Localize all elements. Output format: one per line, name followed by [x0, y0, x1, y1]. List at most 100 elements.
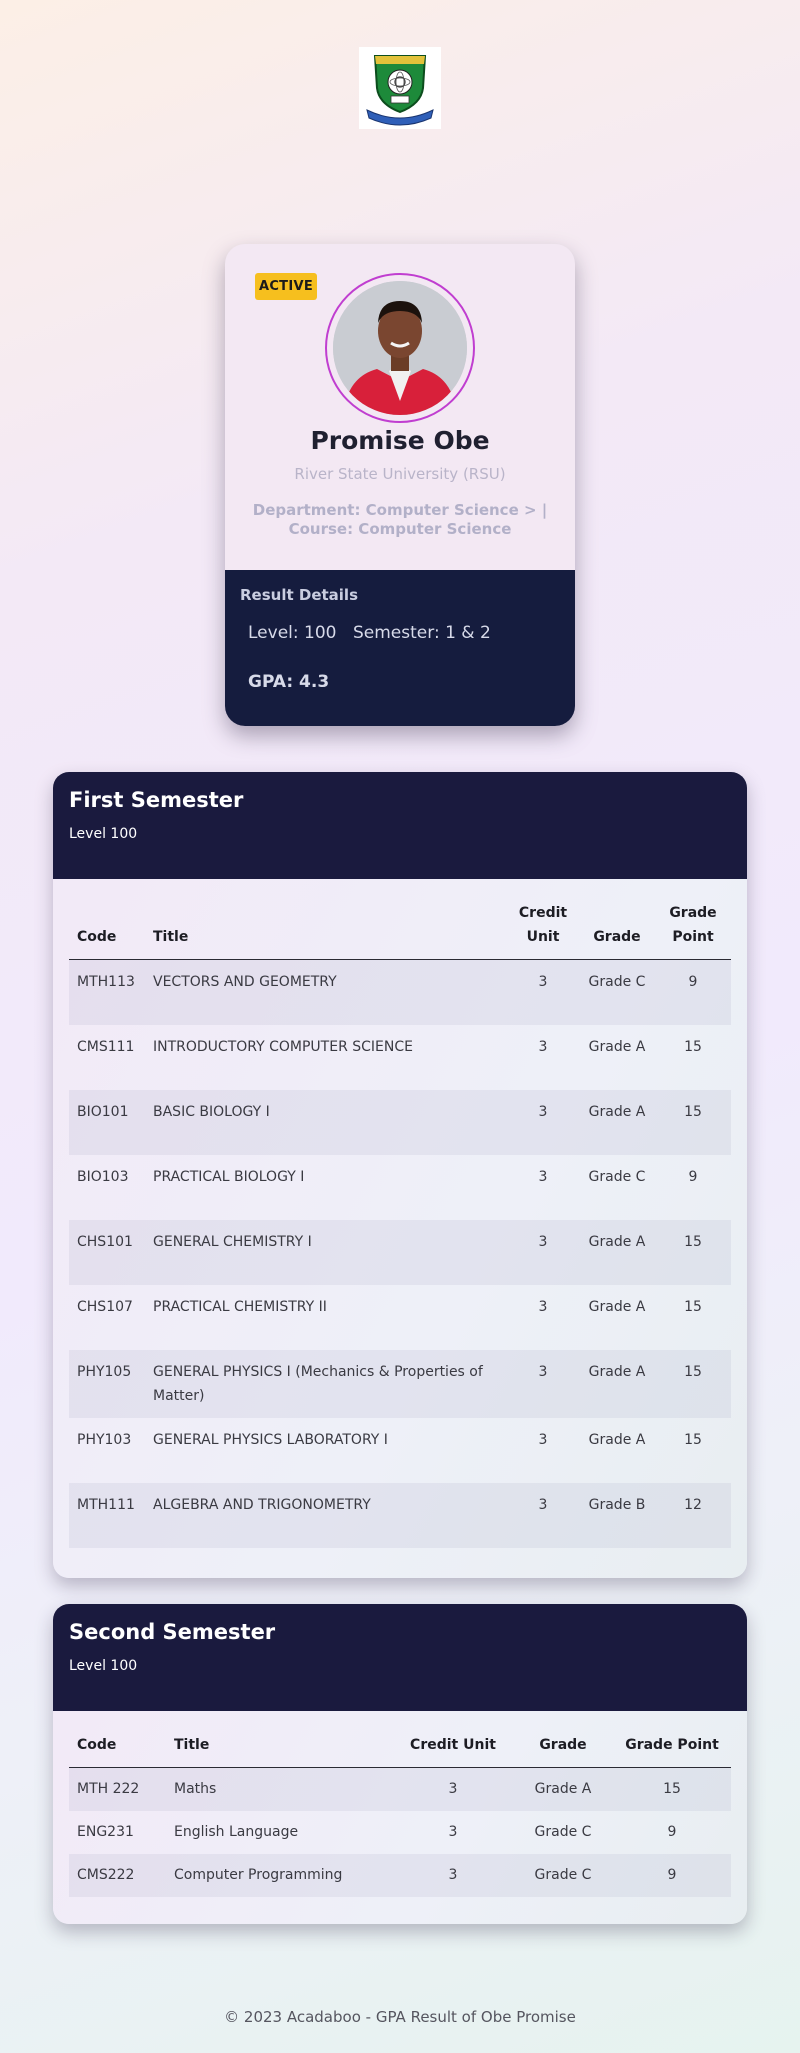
second-semester-table: Code Title Credit Unit Grade Grade Point…	[69, 1733, 731, 1897]
table-row: MTH113 VECTORS AND GEOMETRY 3 Grade C9	[69, 959, 731, 1025]
cell-code: CHS101	[69, 1219, 145, 1285]
cell-grade: Grade C	[579, 959, 655, 1025]
first-semester-title: First Semester	[69, 788, 244, 812]
cell-code: CHS107	[77, 1298, 133, 1315]
cell-grade: Grade C	[534, 1824, 592, 1840]
cell-grade-point: 9	[667, 1824, 677, 1840]
avatar	[333, 281, 467, 415]
student-photo	[333, 281, 467, 415]
cell-credit-unit: 3	[538, 1298, 548, 1315]
table-header-row: Code Title Credit Unit Grade Grade Point	[69, 901, 731, 960]
second-semester-level: Level 100	[69, 1658, 138, 1674]
cell-title: GENERAL CHEMISTRY I	[145, 1219, 507, 1285]
cell-credit-unit: 3	[393, 1767, 513, 1811]
cell-credit-unit: 3	[538, 1431, 548, 1448]
cell-grade: Grade A	[579, 1089, 655, 1155]
cell-code: MTH111	[69, 1482, 145, 1548]
table-row: BIO103 PRACTICAL BIOLOGY I 3 Grade C 9	[69, 1155, 731, 1220]
cell-grade: Grade A	[579, 1219, 655, 1285]
cell-code: BIO103	[77, 1168, 129, 1185]
table-row: PHY103 GENERAL PHYSICS LABORATORY I 3 Grade…	[69, 1418, 731, 1483]
cell-grade-point: 9	[613, 1854, 731, 1897]
table-row: MTH111 ALGEBRA AND TRIGONOMETRY 3 Grade B 12	[69, 1482, 731, 1548]
cell-grade: Grade A	[513, 1767, 613, 1811]
cell-code: CMS222	[69, 1854, 166, 1897]
cell-grade-point: 15	[684, 1431, 702, 1448]
cell-grade-point: 15	[655, 1219, 731, 1285]
col-code: Code	[69, 1733, 166, 1768]
status-badge: ACTIVE	[255, 273, 317, 300]
cell-title: GENERAL PHYSICS LABORATORY I	[153, 1431, 388, 1448]
cell-grade-point: 15	[613, 1767, 731, 1811]
table-header-row: Code Title Credit Unit Grade Grade Point	[69, 1733, 731, 1768]
cell-grade: Grade A	[588, 1298, 646, 1315]
cell-credit-unit: 3	[507, 1482, 579, 1548]
table-row: CHS107 PRACTICAL CHEMISTRY II 3 Grade A 15	[69, 1285, 731, 1350]
table-row: MTH 222 Maths 3 Grade A 15	[69, 1767, 731, 1811]
cell-code: CMS111	[77, 1038, 135, 1055]
result-level: Level: 100	[248, 623, 337, 643]
university-crest-icon	[366, 55, 434, 126]
result-gpa: GPA: 4.3	[248, 672, 330, 692]
cell-credit-unit: 3	[393, 1854, 513, 1897]
cell-grade-point: 15	[655, 1089, 731, 1155]
cell-code: MTH113	[69, 959, 145, 1025]
cell-grade: Grade C	[513, 1854, 613, 1897]
col-title: Title	[166, 1733, 393, 1768]
cell-title: Computer Programming	[166, 1854, 393, 1897]
second-semester-header: Second Semester Level 100	[53, 1604, 747, 1711]
cell-title: VECTORS AND GEOMETRY	[145, 959, 507, 1025]
cell-credit-unit: 3	[538, 1168, 548, 1185]
cell-title: PRACTICAL BIOLOGY I	[153, 1168, 305, 1185]
col-title: Title	[145, 901, 507, 960]
cell-grade-point: 15	[655, 1349, 731, 1418]
cell-grade-point: 9	[688, 1168, 698, 1185]
col-grade-point: Grade Point	[613, 1733, 731, 1768]
avatar-ring	[325, 273, 475, 423]
cell-title: ALGEBRA AND TRIGONOMETRY	[145, 1482, 507, 1548]
cell-grade-point: 9	[655, 959, 731, 1025]
col-grade-point: Grade Point	[655, 901, 731, 960]
cell-grade: Grade C	[588, 1168, 646, 1185]
table-row: ENG231 English Language 3 Grade C 9	[69, 1811, 731, 1854]
first-semester-level: Level 100	[69, 826, 138, 842]
result-details-panel: Result Details Level: 100 Semester: 1 & …	[225, 570, 575, 726]
first-semester-card: First Semester Level 100 Code Title Cred…	[53, 772, 747, 1578]
cell-grade-point: 15	[684, 1298, 702, 1315]
university-name: River State University (RSU)	[294, 465, 506, 483]
cell-title: BASIC BIOLOGY I	[145, 1089, 507, 1155]
col-credit-unit: Credit Unit	[393, 1733, 513, 1768]
table-row: CMS222 Computer Programming 3 Grade C9	[69, 1854, 731, 1897]
cell-code: PHY105	[69, 1349, 145, 1418]
cell-grade: Grade A	[579, 1349, 655, 1418]
cell-credit-unit: 3	[507, 1219, 579, 1285]
second-semester-card: Second Semester Level 100 Code Title Cre…	[53, 1604, 747, 1924]
cell-code: ENG231	[77, 1824, 134, 1840]
cell-credit-unit: 3	[538, 1038, 548, 1055]
cell-grade-point: 12	[655, 1482, 731, 1548]
second-semester-title: Second Semester	[69, 1620, 276, 1644]
table-row: CMS111 INTRODUCTORY COMPUTER SCIENCE 3 Grad…	[69, 1025, 731, 1090]
cell-grade: Grade A	[588, 1431, 646, 1448]
cell-code: PHY103	[77, 1431, 132, 1448]
table-row: CHS101 GENERAL CHEMISTRY I 3 Grade A 15	[69, 1219, 731, 1285]
cell-title: GENERAL PHYSICS I (Mechanics & Propertie…	[145, 1349, 507, 1418]
cell-credit-unit: 3	[507, 959, 579, 1025]
col-grade: Grade	[513, 1733, 613, 1768]
cell-code: BIO101	[69, 1089, 145, 1155]
first-semester-table: Code Title Credit Unit Grade Grade Point…	[69, 901, 731, 1548]
cell-credit-unit: 3	[507, 1349, 579, 1418]
cell-credit-unit: 3	[448, 1824, 458, 1840]
cell-credit-unit: 3	[507, 1089, 579, 1155]
table-row: PHY105 GENERAL PHYSICS I (Mechanics & Pro…	[69, 1349, 731, 1418]
table-row: BIO101 BASIC BIOLOGY I 3 Grade A 15	[69, 1089, 731, 1155]
cell-code: MTH 222	[69, 1767, 166, 1811]
col-grade: Grade	[579, 901, 655, 960]
cell-title: PRACTICAL CHEMISTRY II	[153, 1298, 327, 1315]
cell-title: Maths	[166, 1767, 393, 1811]
result-semester: Semester: 1 & 2	[353, 623, 491, 643]
col-code: Code	[69, 901, 145, 960]
cell-title: English Language	[174, 1824, 299, 1840]
cell-title: INTRODUCTORY COMPUTER SCIENCE	[153, 1038, 413, 1055]
cell-grade: Grade A	[588, 1038, 646, 1055]
